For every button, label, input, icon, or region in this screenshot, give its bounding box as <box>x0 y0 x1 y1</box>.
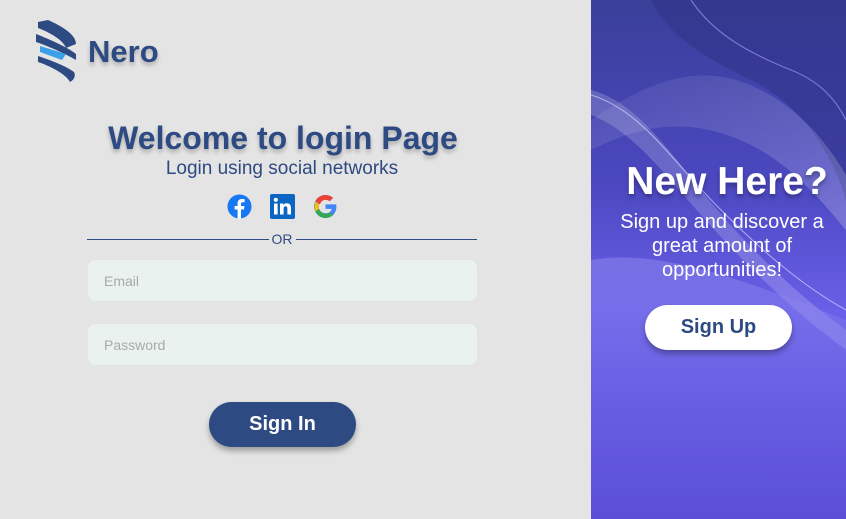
signup-title: New Here? <box>626 160 828 203</box>
google-icon <box>314 195 337 218</box>
page-title: Welcome to login Page <box>108 120 458 156</box>
divider-line-left <box>87 238 269 240</box>
sign-in-button[interactable]: Sign In <box>209 402 356 447</box>
facebook-login-button[interactable] <box>227 194 252 219</box>
facebook-icon <box>227 194 252 219</box>
or-divider: OR <box>87 230 477 248</box>
page-subtitle: Login using social networks <box>165 158 399 179</box>
brand-name: Nero <box>88 33 159 69</box>
social-login-group <box>227 194 338 219</box>
signup-description: Sign up and discover a great amount of o… <box>620 211 824 281</box>
divider-line-right <box>295 238 477 240</box>
linkedin-icon <box>270 194 295 219</box>
linkedin-login-button[interactable] <box>270 194 295 219</box>
signup-panel: New Here? Sign up and discover a great a… <box>591 0 846 519</box>
sign-up-button[interactable]: Sign Up <box>645 305 792 350</box>
brand[interactable]: Nero <box>36 20 159 82</box>
nero-logo-icon <box>36 20 76 82</box>
divider-text: OR <box>271 231 293 247</box>
login-panel: Nero Welcome to login Page Login using s… <box>0 0 591 519</box>
password-field[interactable] <box>88 324 477 365</box>
google-login-button[interactable] <box>313 194 338 219</box>
login-page: Nero Welcome to login Page Login using s… <box>0 0 846 519</box>
email-field[interactable] <box>88 260 477 301</box>
